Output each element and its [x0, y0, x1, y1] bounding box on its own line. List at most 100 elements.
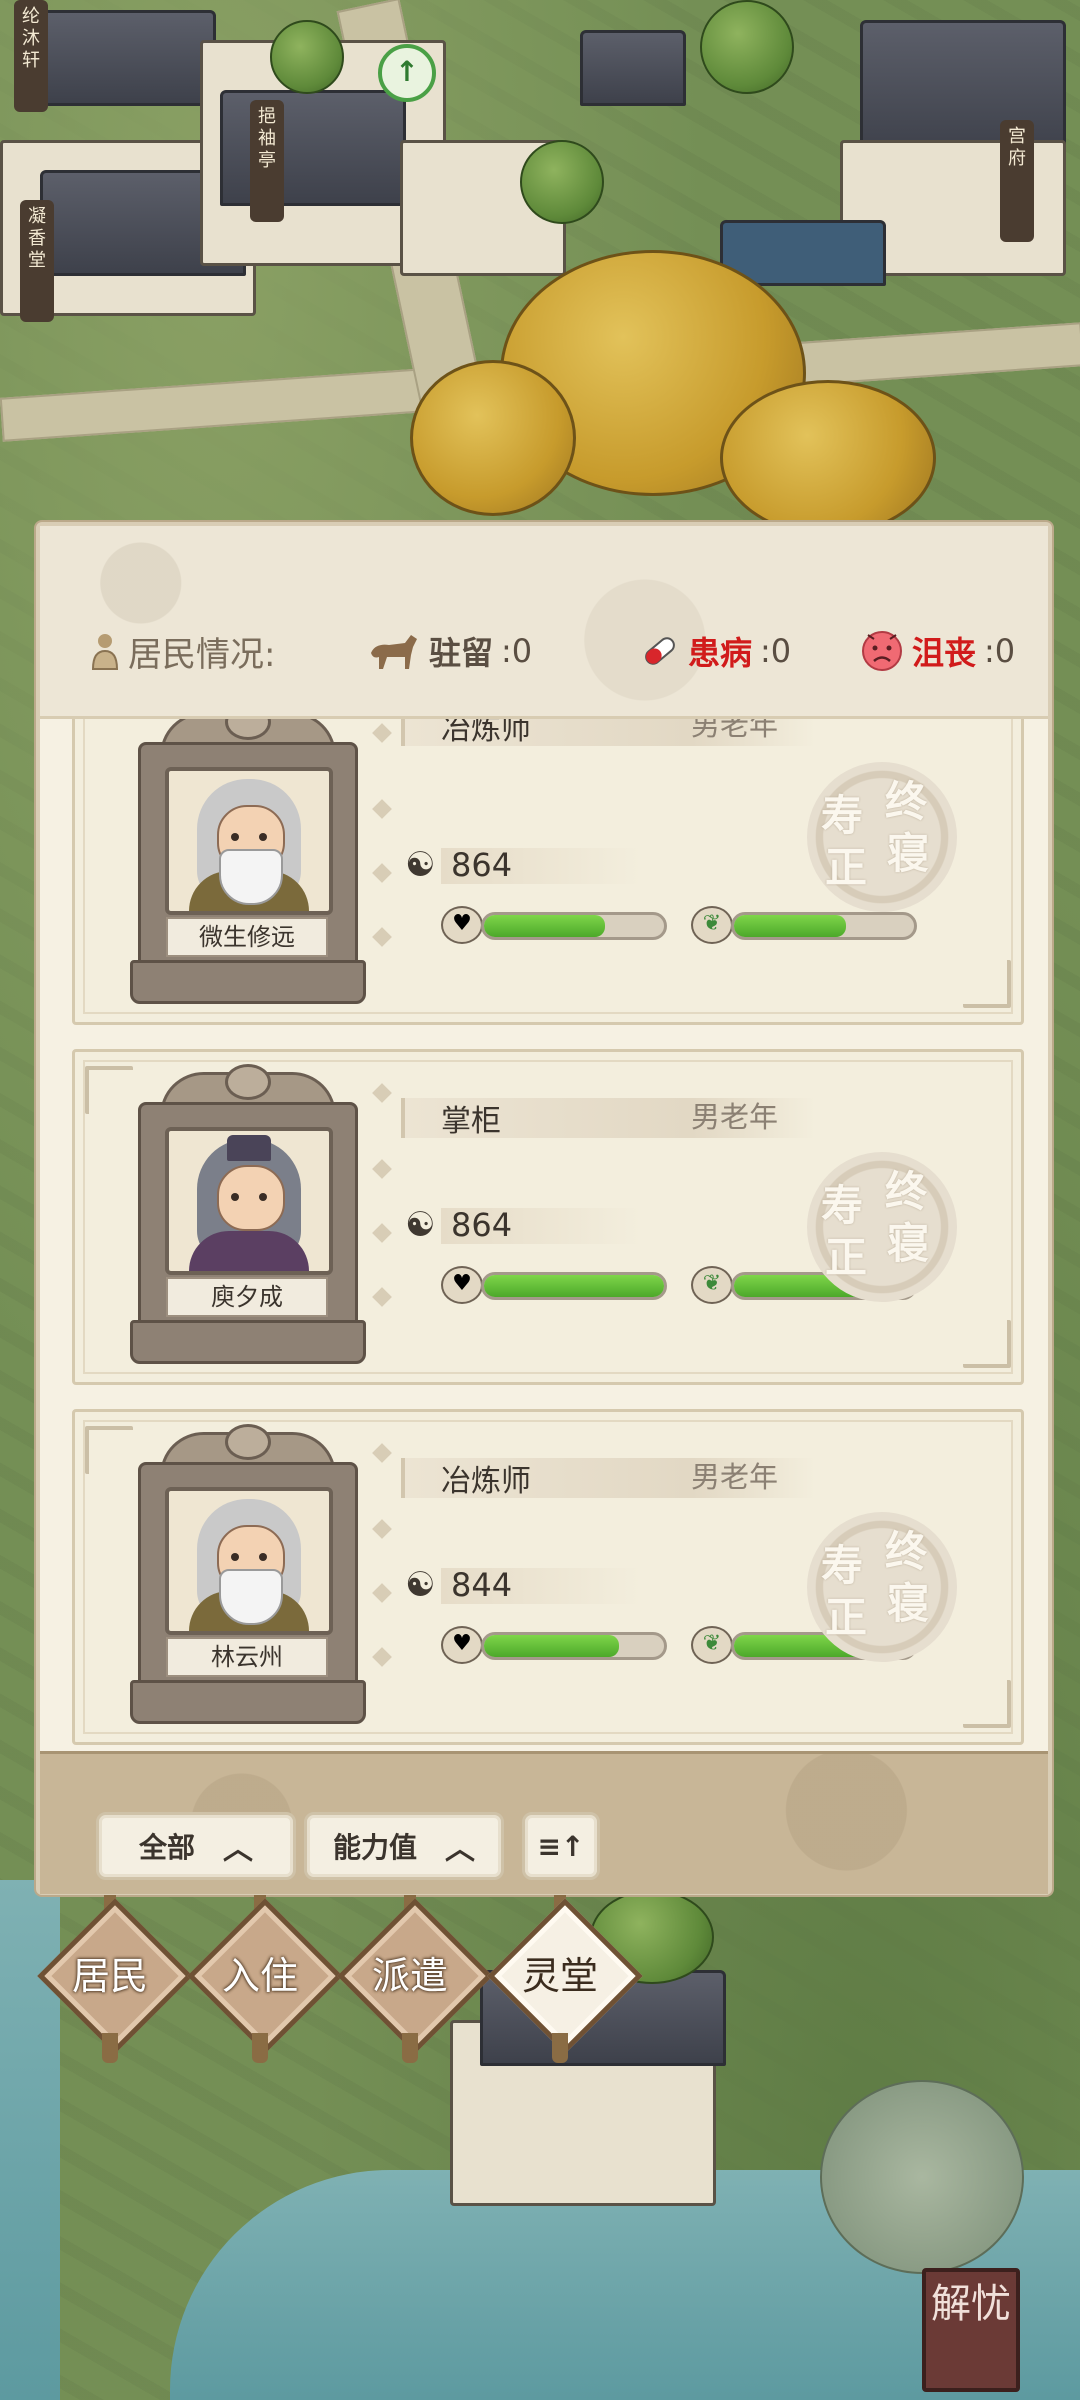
depressed-count: :0	[984, 632, 1016, 670]
age-icon: ☯	[405, 845, 436, 885]
panel-footer: 全部 ︿ 能力值 ︿ ≡↑	[40, 1751, 1048, 1894]
tree	[520, 140, 604, 224]
tree	[270, 20, 344, 94]
sad-face-icon	[862, 631, 902, 671]
heart-icon: ♥	[441, 1626, 483, 1664]
sick-label: 患病	[688, 634, 753, 672]
heart-icon: ♥	[441, 906, 483, 944]
resident-tag: 男老年	[691, 1460, 779, 1494]
health-fill	[484, 915, 605, 937]
map-marker-icon[interactable]: ↑	[378, 44, 436, 102]
card-corner-ornament	[963, 960, 1011, 1008]
stationed-count: :0	[501, 632, 533, 670]
lifespan-stamp: 寿 终 正 寝	[807, 762, 957, 912]
resident-name: 林云州	[166, 1637, 328, 1677]
nav-memorial-hall-label: 灵堂	[521, 1954, 598, 1998]
status-title-label: 居民情况:	[128, 634, 276, 675]
filter-all-label: 全部	[138, 1831, 195, 1864]
stationed-label: 驻留	[429, 634, 494, 672]
resident-role: 冶炼师	[441, 1464, 531, 1499]
sign-ningxiang: 凝香堂	[20, 200, 54, 322]
pill-icon	[645, 637, 675, 665]
filter-all-dropdown[interactable]: 全部 ︿	[96, 1812, 296, 1880]
portrait-frame: 林云州	[130, 1424, 366, 1724]
role-plate: 冶炼师 男老年	[401, 719, 815, 747]
age-row: ☯ 844	[401, 1562, 701, 1608]
resident-age: 864	[451, 1206, 513, 1244]
resident-portrait	[165, 1487, 333, 1635]
resident-icon	[91, 634, 119, 670]
chevron-up-icon: ︿	[445, 1832, 475, 1867]
golden-tree	[410, 360, 576, 516]
resident-card[interactable]: 庾夕成 掌柜 男老年 ☯ 864 ♥ ❦ 寿 终 正 寝	[72, 1049, 1024, 1385]
status-stationed: 驻留 :0	[365, 621, 532, 681]
resident-status-row: 居民情况: 驻留 :0 患病 :0 沮丧:0	[90, 621, 1020, 681]
card-corner-ornament	[85, 1066, 133, 1114]
leaf-icon: ❦	[691, 1266, 733, 1304]
sick-count: :0	[760, 632, 792, 670]
sign-gongfu: 宫府	[1000, 120, 1034, 242]
resident-role: 掌柜	[441, 1104, 501, 1139]
panel-header: 居民情况: 驻留 :0 患病 :0 沮丧:0	[40, 526, 1048, 719]
resident-age: 844	[451, 1566, 513, 1604]
horse-icon	[371, 635, 417, 669]
sort-order-icon: ≡↑	[537, 1829, 585, 1863]
card-corner-ornament	[963, 1320, 1011, 1368]
jieyou-seal-button[interactable]: 解忧	[922, 2268, 1020, 2392]
nav-move-in[interactable]: 入住	[187, 1895, 343, 2065]
spirit-fill	[734, 915, 846, 937]
resident-card[interactable]: 微生修远 冶炼师 男老年 ☯ 864 ♥ ❦ 寿 终 正 寝	[72, 719, 1024, 1025]
resident-name: 微生修远	[166, 917, 328, 957]
building-roof	[220, 90, 406, 206]
leaf-icon: ❦	[691, 1626, 733, 1664]
status-title: 居民情况:	[90, 621, 275, 681]
nav-move-in-label: 入住	[221, 1954, 298, 1998]
resident-tag: 男老年	[691, 719, 779, 742]
depressed-label: 沮丧	[912, 634, 977, 672]
role-plate: 掌柜 男老年	[401, 1098, 815, 1139]
age-row: ☯ 864	[401, 842, 701, 888]
leaf-icon: ❦	[691, 906, 733, 944]
sort-ability-dropdown[interactable]: 能力值 ︿	[304, 1812, 504, 1880]
resident-list[interactable]: 微生修远 冶炼师 男老年 ☯ 864 ♥ ❦ 寿 终 正 寝 庾夕成 掌柜 男老…	[40, 719, 1048, 1774]
age-icon: ☯	[405, 1205, 436, 1245]
portrait-frame: 微生修远	[130, 719, 366, 1004]
card-corner-ornament	[85, 1426, 133, 1474]
portrait-frame: 庾夕成	[130, 1064, 366, 1364]
chevron-up-icon: ︿	[223, 1832, 253, 1867]
resident-portrait	[165, 1127, 333, 1275]
mountain	[820, 2080, 1024, 2274]
health-fill	[484, 1275, 664, 1297]
golden-tree	[720, 380, 936, 536]
role-plate: 冶炼师 男老年	[401, 1458, 815, 1499]
nav-dispatch-label: 派遣	[371, 1954, 448, 1998]
status-sick: 患病 :0	[640, 621, 791, 681]
resident-tag: 男老年	[691, 1100, 779, 1134]
lifespan-stamp: 寿 终 正 寝	[807, 1152, 957, 1302]
resident-panel: 居民情况: 驻留 :0 患病 :0 沮丧:0 微生修远 冶炼师 男老年 ☯ 8…	[36, 522, 1052, 1895]
sign-yixiu: 挹袖亭	[250, 100, 284, 222]
building-roof	[30, 10, 216, 106]
nav-residents[interactable]: 居民	[37, 1895, 193, 2065]
lifespan-stamp: 寿 终 正 寝	[807, 1512, 957, 1662]
age-row: ☯ 864	[401, 1202, 701, 1248]
sign-lunmu: 纶沐轩	[14, 0, 48, 112]
resident-card[interactable]: 林云州 冶炼师 男老年 ☯ 844 ♥ ❦ 寿 终 正 寝	[72, 1409, 1024, 1745]
resident-portrait	[165, 767, 333, 915]
heart-icon: ♥	[441, 1266, 483, 1304]
palace-roof	[860, 20, 1066, 156]
tree	[700, 0, 794, 94]
sort-order-button[interactable]: ≡↑	[522, 1812, 600, 1880]
age-icon: ☯	[405, 1565, 436, 1605]
resident-name: 庾夕成	[166, 1277, 328, 1317]
nav-residents-label: 居民	[71, 1954, 148, 1998]
nav-memorial-hall[interactable]: 灵堂	[487, 1895, 643, 2065]
nav-dispatch[interactable]: 派遣	[337, 1895, 493, 2065]
health-fill	[484, 1635, 619, 1657]
sort-ability-label: 能力值	[332, 1831, 417, 1864]
card-corner-ornament	[963, 1680, 1011, 1728]
resident-role: 冶炼师	[441, 719, 531, 747]
resident-age: 864	[451, 846, 513, 884]
market-stall	[580, 30, 686, 106]
status-depressed: 沮丧 :0	[860, 621, 1015, 681]
